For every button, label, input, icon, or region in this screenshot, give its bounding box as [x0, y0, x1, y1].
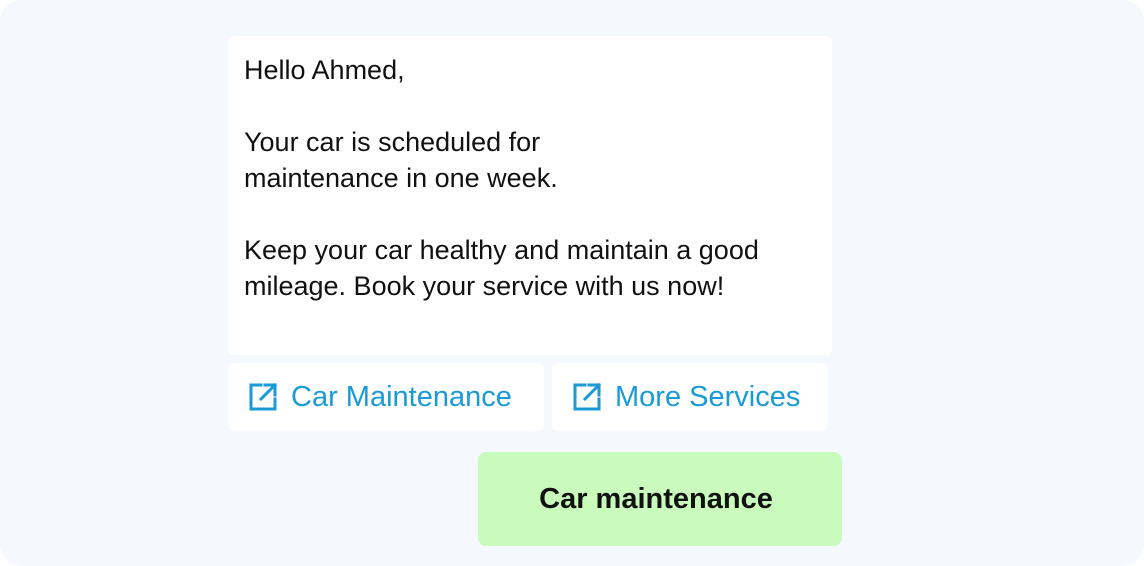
message-greeting: Hello Ahmed, [244, 55, 405, 85]
incoming-message: Hello Ahmed, Your car is scheduled for m… [228, 36, 832, 355]
car-maintenance-button[interactable]: Car Maintenance [228, 363, 544, 431]
external-link-icon [570, 380, 604, 414]
reply-text: Car maintenance [539, 482, 773, 515]
message-paragraph-2: Keep your car healthy and maintain a goo… [244, 235, 759, 301]
chat-canvas: Hello Ahmed, Your car is scheduled for m… [0, 0, 1144, 566]
more-services-button[interactable]: More Services [552, 363, 828, 431]
message-paragraph-1: Your car is scheduled for maintenance in… [244, 127, 558, 193]
car-maintenance-label: Car Maintenance [291, 380, 512, 413]
external-link-icon [246, 380, 280, 414]
outgoing-reply: Car maintenance [478, 452, 842, 546]
more-services-label: More Services [615, 380, 801, 413]
